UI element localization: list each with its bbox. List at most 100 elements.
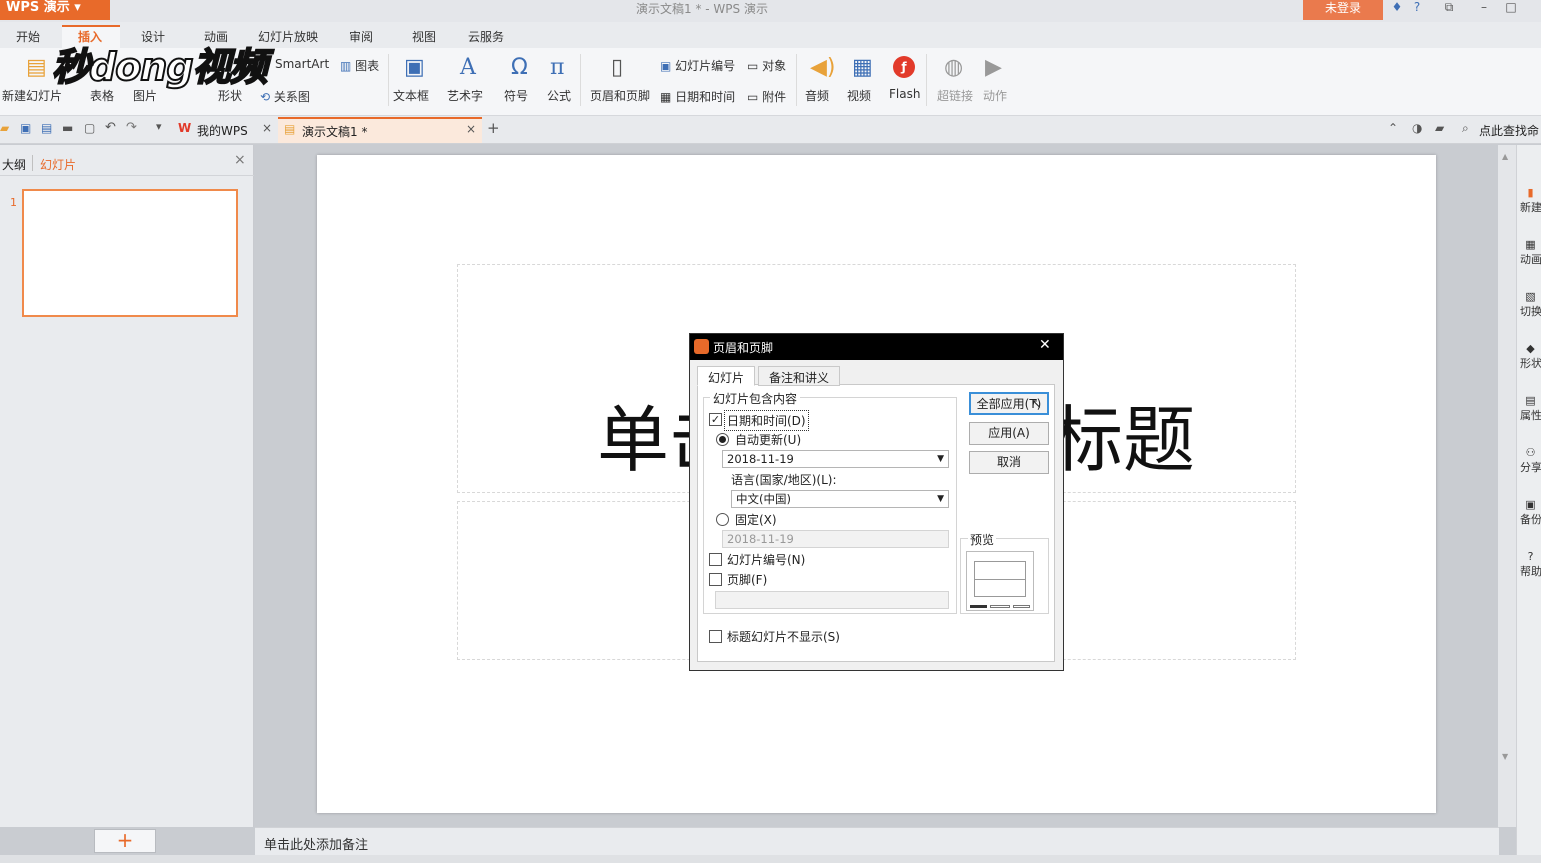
tab-view[interactable]: 视图	[412, 28, 436, 45]
transition-panel-button[interactable]: ▧ 切换	[1520, 290, 1541, 319]
tab-design[interactable]: 设计	[141, 28, 165, 45]
animation-panel-button[interactable]: ▦ 动画	[1520, 238, 1541, 267]
export-icon[interactable]: ▤	[41, 121, 52, 135]
tab-notes-handouts[interactable]: 备注和讲义	[758, 366, 841, 386]
slide-thumbnail[interactable]	[22, 189, 238, 317]
audio-button[interactable]: 音频	[805, 87, 829, 104]
tab-my-wps[interactable]: W 我的WPS ×	[172, 117, 276, 143]
object-button[interactable]: ▭ 对象	[747, 57, 786, 74]
redo-icon[interactable]: ↷	[126, 120, 137, 135]
vertical-scrollbar[interactable]	[1498, 145, 1516, 827]
action-icon[interactable]: ▶	[985, 57, 1002, 79]
tab-cloud[interactable]: 云服务	[468, 28, 504, 45]
new-panel-button[interactable]: ▮ 新建	[1520, 186, 1541, 215]
relation-button[interactable]: ⟲ 关系图	[260, 88, 310, 105]
tab-slide[interactable]: 幻灯片	[697, 366, 756, 386]
wordart-icon[interactable]: A	[460, 57, 476, 79]
tab-start[interactable]: 开始	[16, 28, 40, 45]
footer-input[interactable]	[715, 591, 949, 609]
new-slide-icon[interactable]: ▤	[26, 57, 47, 79]
help-icon[interactable]: ?	[1408, 0, 1426, 16]
tab-insert[interactable]: 插入	[78, 28, 102, 45]
shape-panel-button[interactable]: ◆ 形状	[1520, 342, 1541, 371]
hide-on-title-label[interactable]: 标题幻灯片不显示(S)	[727, 628, 840, 645]
save-icon[interactable]: ▣	[20, 121, 31, 135]
share-panel-button[interactable]: ⚇ 分享	[1520, 446, 1541, 475]
maximize-icon[interactable]: □	[1502, 0, 1520, 16]
video-icon[interactable]: ▦	[852, 57, 873, 79]
skin-icon[interactable]: ♦	[1388, 0, 1406, 16]
tab-slides[interactable]: 幻灯片	[40, 156, 76, 173]
slide-number-checkbox[interactable]	[709, 553, 722, 566]
fixed-radio[interactable]	[716, 513, 729, 526]
backup-panel-button[interactable]: ▣ 备份	[1520, 498, 1541, 527]
slide-number-button[interactable]: ▣ 幻灯片编号	[660, 57, 735, 74]
textbox-icon[interactable]: ▣	[404, 57, 425, 79]
print-icon[interactable]: ▬	[62, 121, 73, 135]
tab-animation[interactable]: 动画	[204, 28, 228, 45]
action-button[interactable]: 动作	[983, 87, 1007, 104]
tab-document[interactable]: ▤ 演示文稿1 * ×	[278, 117, 482, 143]
close-icon[interactable]: ×	[262, 121, 272, 135]
restore-icon[interactable]: ⧉	[1440, 0, 1458, 16]
close-icon[interactable]: ×	[466, 122, 476, 136]
footer-checkbox[interactable]	[709, 573, 722, 586]
hyperlink-button[interactable]: 超链接	[937, 87, 973, 104]
audio-icon[interactable]: ◀)	[810, 57, 836, 79]
formula-button[interactable]: 公式	[547, 87, 571, 104]
hide-on-title-checkbox[interactable]	[709, 630, 722, 643]
video-button[interactable]: 视频	[847, 87, 871, 104]
notes-pane[interactable]	[255, 827, 1499, 855]
app-menu-button[interactable]: WPS 演示 ▾	[0, 0, 110, 20]
slide-number-label[interactable]: 幻灯片编号(N)	[727, 551, 805, 568]
symbol-button[interactable]: 符号	[504, 87, 528, 104]
fixed-label[interactable]: 固定(X)	[735, 511, 777, 528]
minimize-icon[interactable]: –	[1475, 0, 1493, 16]
property-panel-button[interactable]: ▤ 属性	[1520, 394, 1541, 423]
collapse-icon[interactable]: ⌃	[1388, 121, 1398, 135]
flash-button[interactable]: Flash	[889, 87, 920, 101]
open-icon[interactable]: ▰	[0, 121, 9, 135]
chart-button[interactable]: ▥ 图表	[340, 57, 379, 74]
flash-icon[interactable]: ƒ	[893, 56, 915, 78]
message-icon[interactable]: ▰	[1435, 121, 1444, 135]
scroll-up-icon[interactable]: ▲	[1502, 152, 1508, 161]
header-footer-icon[interactable]: ▯	[611, 57, 623, 79]
add-slide-button[interactable]: +	[94, 829, 156, 853]
formula-icon[interactable]: π	[550, 57, 564, 79]
date-time-button[interactable]: ▦ 日期和时间	[660, 88, 735, 105]
symbol-icon[interactable]: Ω	[511, 57, 528, 79]
scroll-down-icon[interactable]: ▼	[1502, 752, 1508, 761]
date-time-label[interactable]: 日期和时间(D)	[724, 410, 809, 431]
hyperlink-icon[interactable]: ◍	[944, 57, 963, 79]
command-search[interactable]: 点此查找命	[1479, 122, 1539, 139]
fixed-date-input[interactable]: 2018-11-19	[722, 530, 949, 548]
header-footer-button[interactable]: 页眉和页脚	[590, 87, 650, 104]
tab-review[interactable]: 审阅	[349, 28, 373, 45]
preview-icon[interactable]: ▢	[84, 121, 95, 135]
auto-update-label[interactable]: 自动更新(U)	[735, 431, 801, 448]
customize-icon[interactable]: ▾	[156, 120, 162, 133]
help-panel-button[interactable]: ? 帮助	[1520, 550, 1541, 579]
date-time-checkbox[interactable]: ✓	[709, 413, 722, 426]
login-button[interactable]: 未登录	[1303, 0, 1383, 20]
undo-icon[interactable]: ↶	[105, 120, 116, 135]
tab-slideshow[interactable]: 幻灯片放映	[258, 28, 318, 45]
language-select[interactable]: 中文(中国) ▼	[731, 490, 949, 508]
notes-placeholder[interactable]: 单击此处添加备注	[264, 834, 368, 853]
close-icon[interactable]: ×	[234, 152, 246, 168]
attachment-button[interactable]: ▭ 附件	[747, 88, 786, 105]
footer-label[interactable]: 页脚(F)	[727, 571, 767, 588]
apply-button[interactable]: 应用(A)	[969, 422, 1049, 445]
smartart-button[interactable]: SmartArt	[275, 57, 329, 71]
new-tab-button[interactable]: +	[487, 119, 500, 137]
sync-icon[interactable]: ◑	[1412, 121, 1422, 135]
wordart-button[interactable]: 艺术字	[447, 87, 483, 104]
close-icon[interactable]: ✕	[1039, 337, 1051, 353]
textbox-button[interactable]: 文本框	[393, 87, 429, 104]
auto-update-radio[interactable]	[716, 433, 729, 446]
cancel-button[interactable]: 取消	[969, 451, 1049, 474]
date-format-select[interactable]: 2018-11-19 ▼	[722, 450, 949, 468]
search-icon[interactable]: ⌕	[1462, 121, 1469, 136]
tab-outline[interactable]: 大纲	[2, 156, 26, 173]
